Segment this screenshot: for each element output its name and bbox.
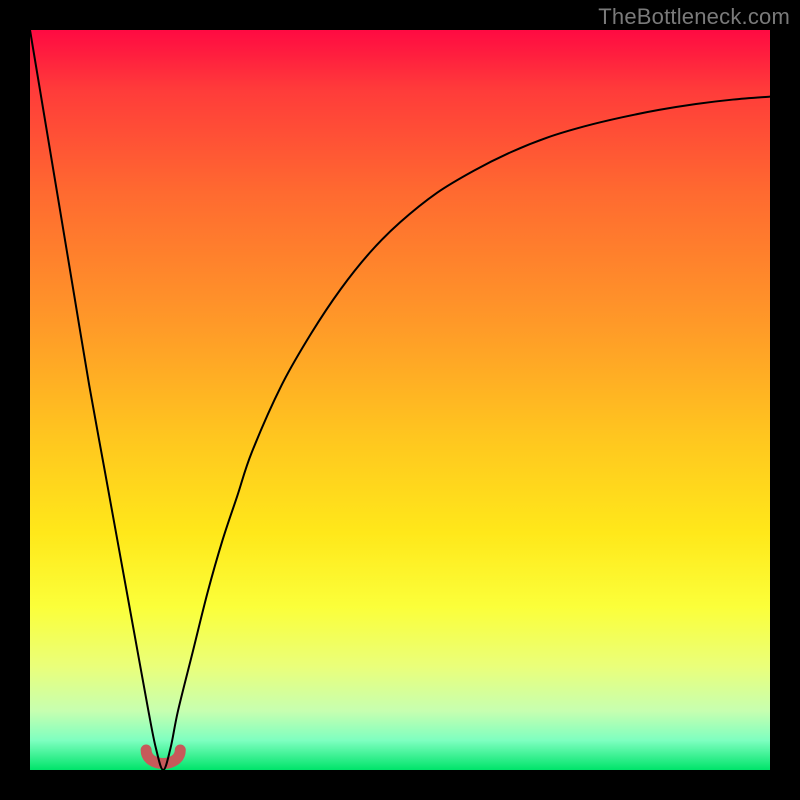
optimal-notch-marker (146, 750, 180, 764)
bottleneck-curve-svg (30, 30, 770, 770)
chart-frame: TheBottleneck.com (0, 0, 800, 800)
bottleneck-curve (30, 30, 770, 770)
plot-area (30, 30, 770, 770)
watermark-text: TheBottleneck.com (598, 4, 790, 30)
